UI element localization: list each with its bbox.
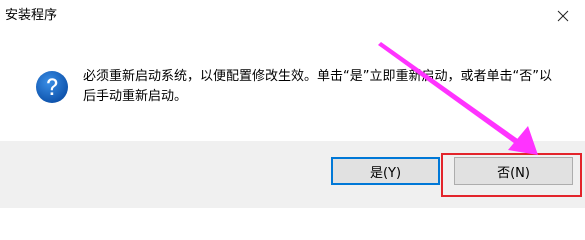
dialog-content: 必须重新启动系统，以便配置修改生效。单击“是”立即重新启动，或者单击“否”以后手… xyxy=(0,34,585,132)
no-button[interactable]: 否(N) xyxy=(454,157,573,185)
question-icon xyxy=(36,71,68,103)
dialog-message: 必须重新启动系统，以便配置修改生效。单击“是”立即重新启动，或者单击“否”以后手… xyxy=(83,69,552,104)
close-icon xyxy=(557,10,569,22)
restart-dialog: 安装程序 必须重新启动系统，以便配置修改生效。单击“是”立即重新启动，或者单击“… xyxy=(0,0,585,208)
close-button[interactable] xyxy=(541,0,585,32)
yes-button[interactable]: 是(Y) xyxy=(331,157,440,185)
title-bar: 安装程序 xyxy=(0,0,585,34)
button-bar: 是(Y) 否(N) xyxy=(0,141,585,208)
window-title: 安装程序 xyxy=(5,8,58,23)
